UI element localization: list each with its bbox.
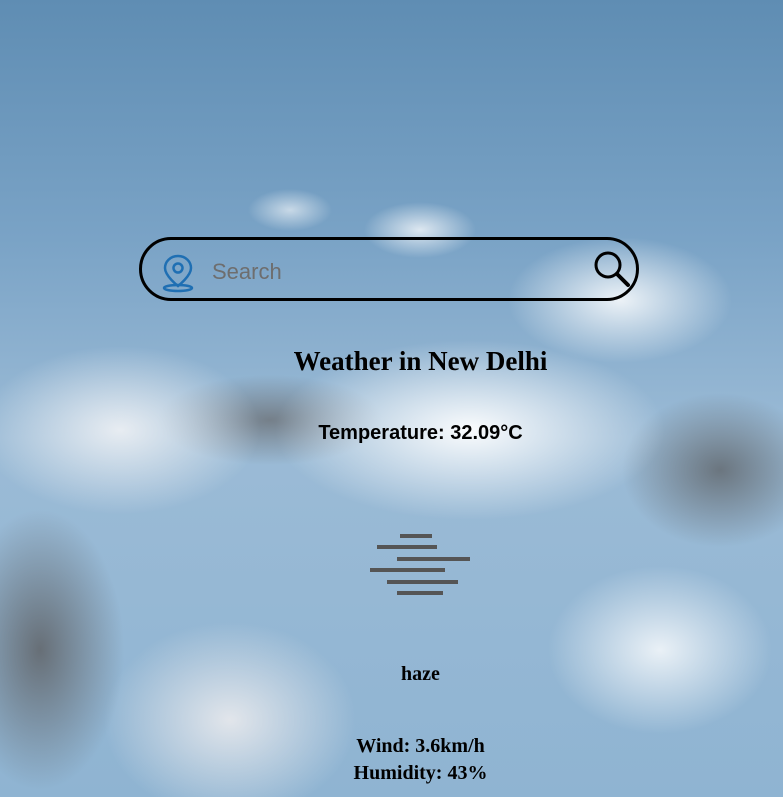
- search-input[interactable]: [210, 254, 584, 290]
- humidity-value: Humidity: 43%: [353, 762, 488, 784]
- map-pin-icon: [160, 253, 196, 293]
- search-bar: [139, 237, 639, 301]
- city-title: Weather in New Delhi: [293, 346, 548, 376]
- temperature-value: Temperature: 32.09°C: [318, 422, 523, 444]
- search-icon[interactable]: [592, 249, 632, 289]
- wind-value: Wind: 3.6km/h: [356, 735, 485, 757]
- haze-icon: [365, 530, 475, 600]
- weather-description: haze: [401, 663, 440, 685]
